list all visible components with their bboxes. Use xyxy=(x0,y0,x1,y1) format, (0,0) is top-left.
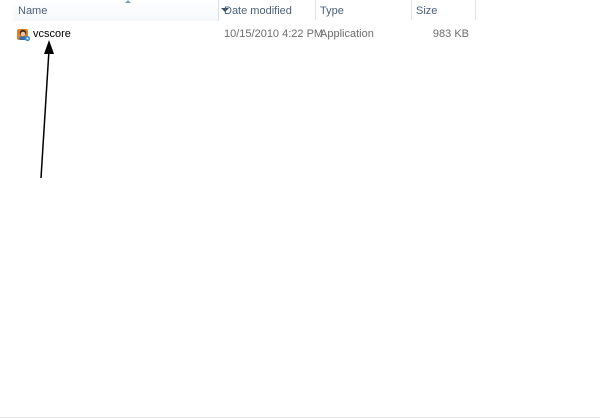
annotation-arrow-shaft xyxy=(40,49,50,179)
file-list-view: Name Date modified Type Size vcscore 10/… xyxy=(0,0,600,418)
annotation-arrow xyxy=(40,40,54,179)
annotation-arrow-head xyxy=(44,40,54,54)
